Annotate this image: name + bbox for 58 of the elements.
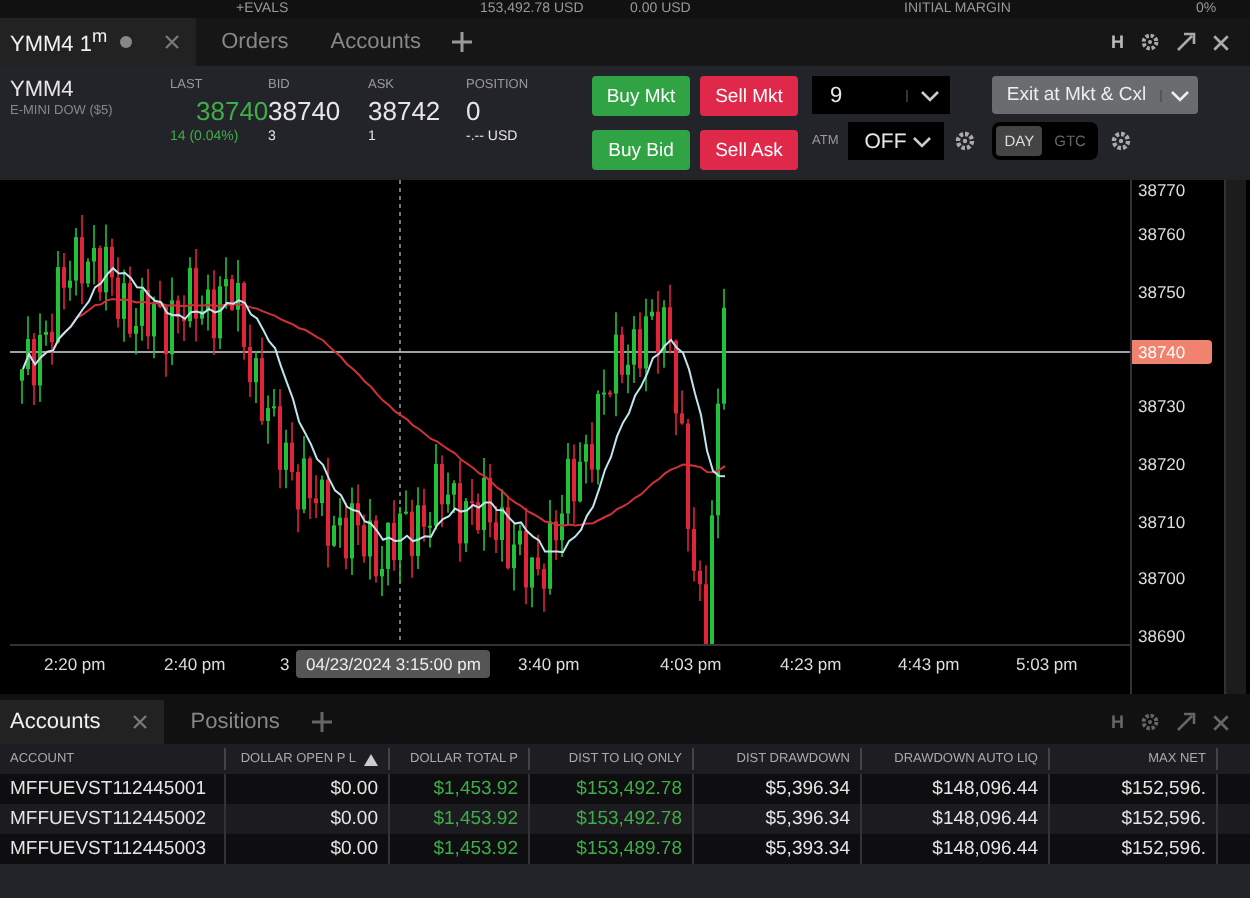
exit-button[interactable]: Exit at Mkt & Cxl — [992, 76, 1199, 114]
price-axis-label: 38760 — [1138, 224, 1186, 244]
order-button[interactable]: Sell Ask — [700, 130, 798, 170]
price-axis-label: 38770 — [1138, 180, 1186, 200]
symbol-text: YMM4 — [10, 78, 76, 102]
close-icon[interactable] — [1212, 33, 1230, 51]
table-cell: $0.00 — [226, 834, 390, 864]
quantity-dropdown[interactable]: 9 — [812, 76, 950, 114]
time-axis-label: 5:03 pm — [1016, 654, 1078, 674]
price-axis-label: 38690 — [1138, 625, 1186, 646]
price-axis-label: 38750 — [1138, 281, 1186, 302]
settings-icon[interactable] — [1140, 712, 1160, 732]
field-value: 0 — [466, 96, 483, 126]
tab[interactable]: Accounts — [0, 700, 165, 744]
time-axis-label: 4:43 pm — [898, 654, 960, 674]
table-cell: $148,096.44 — [862, 834, 1050, 864]
price-axis-label: 38700 — [1138, 568, 1186, 589]
time-axis-label: 2:20 pm — [44, 654, 106, 674]
settings-icon[interactable] — [1109, 130, 1132, 152]
time-axis-label: 3:40 pm — [518, 654, 580, 674]
time-axis-label: 4:03 pm — [660, 654, 722, 674]
scrollbar[interactable] — [1226, 180, 1246, 694]
table-cell: $152,596. — [1050, 834, 1218, 864]
close-icon[interactable] — [163, 34, 180, 50]
tab[interactable]: YMM4 1$^{m}$ — [0, 18, 196, 66]
settings-icon[interactable] — [1140, 32, 1160, 52]
add-tab-icon[interactable] — [452, 32, 473, 52]
table-cell: $1,453.92 — [390, 834, 530, 864]
current-price-label: 38740 — [1132, 340, 1212, 364]
table-cell: $153,489.78 — [530, 834, 694, 864]
price-axis-label: 38710 — [1138, 511, 1186, 531]
tab[interactable]: Accounts — [320, 18, 437, 66]
chevron-down-icon — [1170, 89, 1191, 101]
popout-icon[interactable] — [1176, 32, 1196, 52]
tab[interactable]: Orders — [211, 18, 305, 66]
time-axis-label: 3 — [280, 654, 290, 674]
close-icon[interactable] — [132, 714, 149, 730]
popout-icon[interactable] — [1176, 712, 1196, 732]
field-value: 38742 — [368, 96, 443, 126]
field-value: 38740 — [268, 96, 343, 126]
tab[interactable]: Positions — [180, 700, 296, 744]
close-icon[interactable] — [1212, 713, 1230, 731]
settings-icon[interactable] — [954, 130, 977, 152]
field-value: 38740 — [194, 96, 268, 126]
atm-dropdown[interactable]: OFF — [848, 122, 945, 160]
chevron-down-icon — [912, 135, 933, 147]
time-axis-label: 2:40 pm — [164, 654, 226, 674]
price-axis-label: 38720 — [1138, 453, 1186, 474]
order-button[interactable]: Sell Mkt — [700, 76, 798, 116]
time-axis-label: 4:23 pm — [780, 654, 842, 674]
header-toggle[interactable]: H — [1111, 32, 1124, 52]
table-cell: $5,393.34 — [694, 834, 862, 864]
price-axis-label: 38730 — [1138, 396, 1186, 417]
table-cell: MFFUEVST112445003 — [0, 834, 226, 864]
crosshair-time-label: 04/23/2024 3:15:00 pm — [296, 650, 491, 678]
status-dot-icon — [119, 36, 132, 48]
add-tab-icon[interactable] — [311, 712, 332, 732]
chevron-down-icon — [919, 89, 939, 101]
